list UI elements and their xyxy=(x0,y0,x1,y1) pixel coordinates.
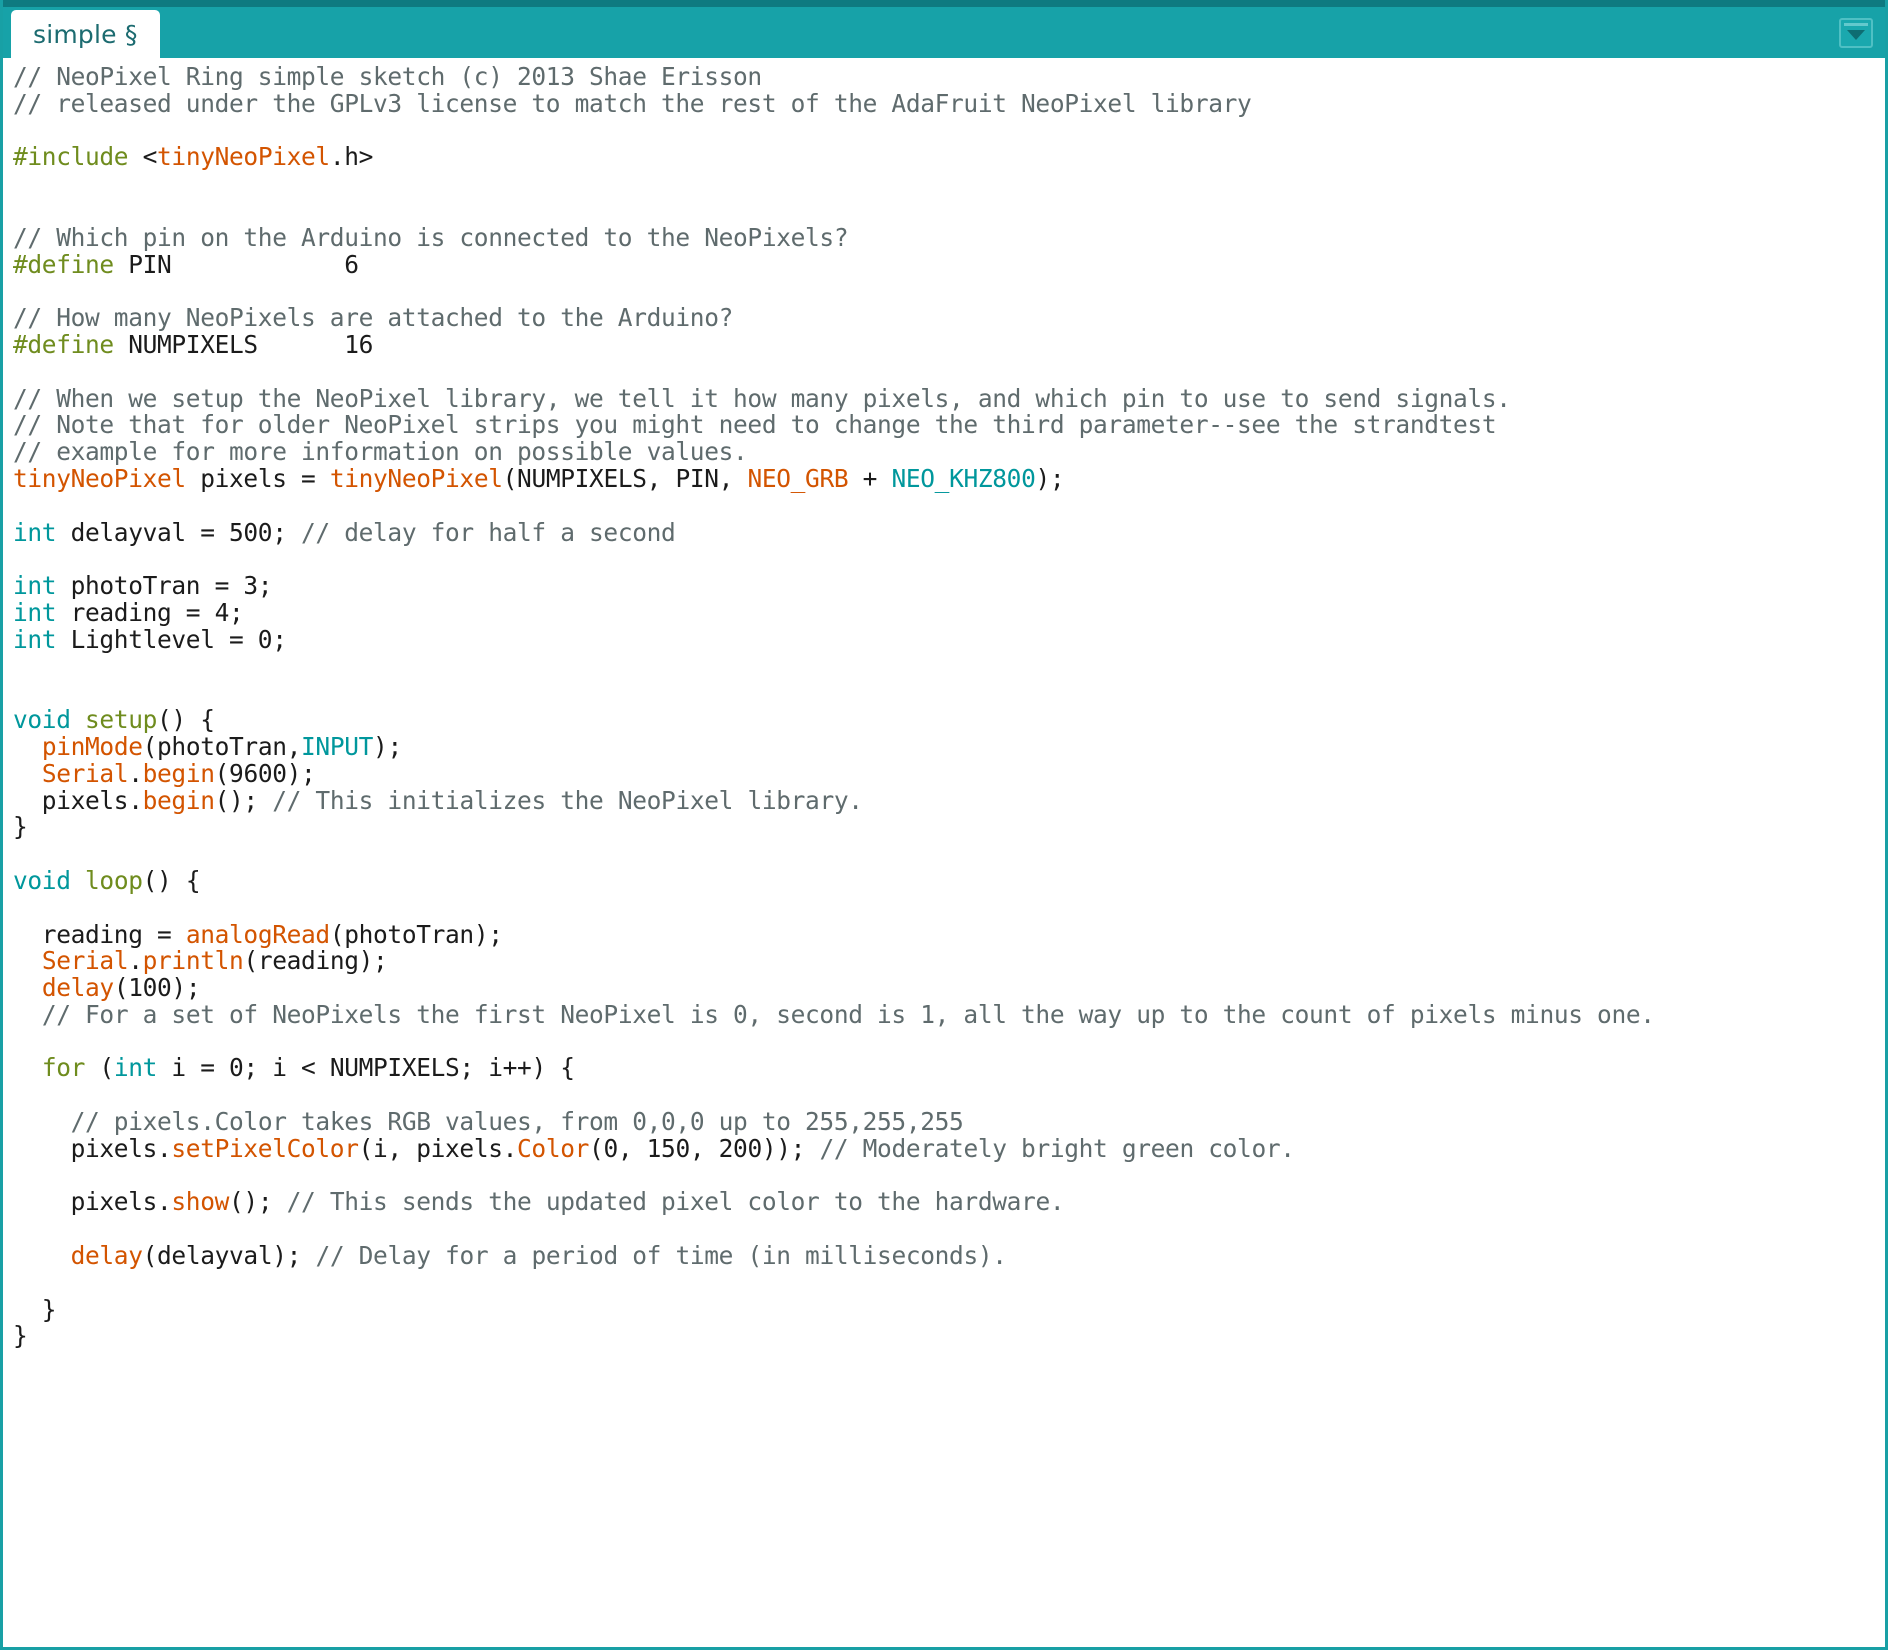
code-token: // Which pin on the Arduino is connected… xyxy=(13,222,849,252)
code-token: // delay for half a second xyxy=(301,517,676,547)
code-token: reading = 4; xyxy=(56,597,244,627)
code-token: int xyxy=(13,597,57,627)
code-token: for xyxy=(41,1053,86,1083)
code-token: + xyxy=(848,463,892,493)
code-token: photoTran = 3; xyxy=(56,571,273,601)
code-token: ); xyxy=(373,731,402,761)
code-token: (100); xyxy=(113,973,201,1003)
code-token: int xyxy=(113,1053,158,1083)
code-token: NUMPIXELS 16 xyxy=(128,329,374,359)
code-token: loop xyxy=(85,865,143,895)
code-token: analogRead xyxy=(185,919,330,949)
code-token: reading = xyxy=(13,919,186,949)
code-token: (photoTran); xyxy=(329,919,503,949)
code-token: // NeoPixel Ring simple sketch (c) 2013 … xyxy=(13,62,762,91)
code-token: show xyxy=(171,1187,230,1217)
code-token: begin xyxy=(142,785,215,815)
code-token: delayval = 500; xyxy=(56,517,302,547)
code-token: pixels. xyxy=(13,785,143,815)
code-token: PIN 6 xyxy=(128,249,359,279)
code-token: (9600); xyxy=(214,758,316,788)
code-token: .h> xyxy=(329,142,374,172)
code-token: < xyxy=(142,142,158,172)
code-token: } xyxy=(13,812,28,842)
code-token: (); xyxy=(214,785,273,815)
editor-tab-bar: simple § xyxy=(3,0,1885,58)
code-token: // This initializes the NeoPixel library… xyxy=(272,785,863,815)
code-token: (0, 150, 200)); xyxy=(589,1133,820,1163)
code-token: (NUMPIXELS, PIN, xyxy=(502,463,748,493)
code-token: // Note that for older NeoPixel strips y… xyxy=(13,410,1497,440)
code-token: Serial xyxy=(41,946,129,976)
code-token: delay xyxy=(70,1241,143,1271)
code-token: Lightlevel = 0; xyxy=(56,624,287,654)
code-token: i = 0; i < NUMPIXELS; i++) { xyxy=(157,1053,575,1083)
code-token: int xyxy=(13,571,57,601)
source-code[interactable]: // NeoPixel Ring simple sketch (c) 2013 … xyxy=(13,62,1885,1351)
code-token: // released under the GPLv3 license to m… xyxy=(13,88,1252,118)
code-token: // example for more information on possi… xyxy=(13,437,748,467)
code-token: Serial xyxy=(41,758,129,788)
code-token: ( xyxy=(85,1053,114,1083)
code-token: // For a set of NeoPixels the first NeoP… xyxy=(41,999,1655,1029)
code-token: tinyNeoPixel xyxy=(13,463,186,493)
code-token: int xyxy=(13,517,57,547)
code-token: pixels. xyxy=(13,1133,172,1163)
code-token: // When we setup the NeoPixel library, w… xyxy=(13,383,1511,413)
code-token: // Moderately bright green color. xyxy=(819,1133,1295,1163)
code-editor-area[interactable]: // NeoPixel Ring simple sketch (c) 2013 … xyxy=(3,58,1885,1638)
code-token: (delayval); xyxy=(142,1241,316,1271)
code-token: . xyxy=(128,758,143,788)
code-token: #define xyxy=(13,249,129,279)
code-token: // How many NeoPixels are attached to th… xyxy=(13,303,734,333)
chevron-down-icon xyxy=(1847,29,1865,40)
code-token: // pixels.Color takes RGB values, from 0… xyxy=(70,1107,964,1137)
code-token: // This sends the updated pixel color to… xyxy=(286,1187,1065,1217)
code-token: } xyxy=(13,1294,57,1324)
code-token: NEO_GRB xyxy=(747,463,849,493)
code-editor-window: simple § // NeoPixel Ring simple sketch … xyxy=(0,0,1888,1650)
code-token: void xyxy=(13,705,71,735)
code-token: Color xyxy=(517,1133,590,1163)
code-token: NEO_KHZ800 xyxy=(891,463,1036,493)
code-token: begin xyxy=(142,758,215,788)
code-token: // Delay for a period of time (in millis… xyxy=(315,1241,1007,1271)
code-token: int xyxy=(13,624,57,654)
code-token: pixels. xyxy=(13,1187,172,1217)
code-token: tinyNeoPixel xyxy=(157,142,330,172)
tab-list-dropdown-button[interactable] xyxy=(1839,18,1873,48)
code-token: () { xyxy=(142,865,201,895)
code-token: ); xyxy=(1035,463,1065,493)
code-token: . xyxy=(128,946,143,976)
code-token: pinMode xyxy=(41,731,143,761)
code-token: () { xyxy=(157,705,215,735)
code-token: (photoTran, xyxy=(142,731,302,761)
sketch-tab-simple[interactable]: simple § xyxy=(11,10,160,58)
code-token: delay xyxy=(41,973,114,1003)
code-token: void xyxy=(13,865,71,895)
code-token: setup xyxy=(85,705,158,735)
code-token: } xyxy=(13,1321,28,1351)
code-token: #define xyxy=(13,329,129,359)
code-token: println xyxy=(142,946,244,976)
code-token: setPixelColor xyxy=(171,1133,359,1163)
code-token: #include xyxy=(13,142,143,172)
code-token: INPUT xyxy=(301,731,374,761)
code-token: pixels = xyxy=(185,463,330,493)
code-token: (i, pixels. xyxy=(358,1133,518,1163)
code-token: (); xyxy=(229,1187,287,1217)
code-token: (reading); xyxy=(243,946,388,976)
sketch-tab-label: simple § xyxy=(33,19,138,49)
code-token: tinyNeoPixel xyxy=(329,463,503,493)
